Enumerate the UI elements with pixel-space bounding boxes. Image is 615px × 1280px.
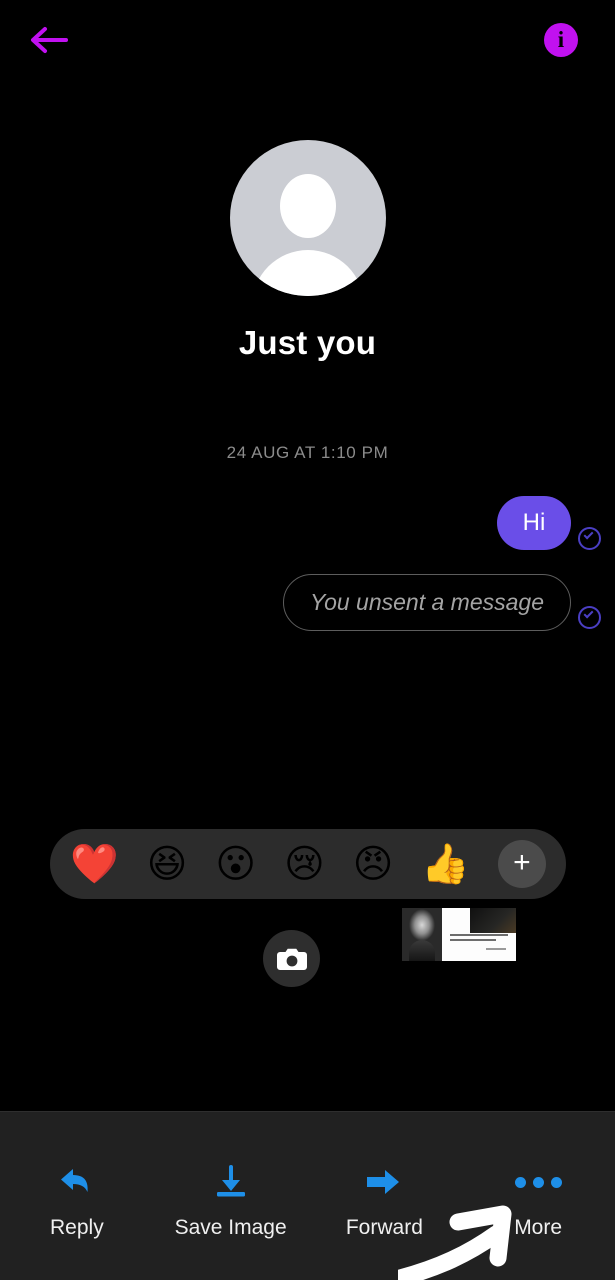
profile-header: Just you [0, 140, 615, 362]
thumbnail-portrait [402, 908, 442, 961]
forward-arrow-icon [365, 1160, 403, 1204]
download-icon [214, 1160, 248, 1204]
quote-text-line [450, 939, 496, 941]
photo-thumbnail[interactable] [402, 908, 516, 961]
action-bar: Reply Save Image Forward More [0, 1111, 615, 1280]
surprised-reaction[interactable]: 😮 [215, 845, 256, 884]
messaging-screen: i Just you 24 AUG AT 1:10 PM Hi You unse… [0, 0, 615, 1280]
reply-action[interactable]: Reply [2, 1160, 152, 1240]
action-label: More [514, 1216, 563, 1239]
action-label: Reply [50, 1216, 104, 1239]
quote-attribution-line [486, 948, 506, 950]
action-label: Forward [345, 1216, 423, 1239]
message-row: You unsent a message [283, 574, 601, 631]
angry-reaction[interactable]: 😠 [353, 845, 394, 884]
back-button[interactable] [22, 16, 74, 64]
arrow-left-icon [31, 27, 68, 53]
info-button[interactable]: i [539, 18, 583, 62]
page-title: Just you [238, 324, 377, 361]
top-app-bar: i [0, 0, 615, 80]
thumbs-up-reaction[interactable]: 👍 [421, 845, 470, 884]
plus-icon: + [513, 845, 531, 879]
conversation-timestamp: 24 AUG AT 1:10 PM [226, 443, 389, 462]
dot [550, 1176, 562, 1188]
add-reaction-button[interactable]: + [497, 840, 546, 888]
more-action[interactable]: More [463, 1160, 613, 1240]
camera-button[interactable] [263, 930, 320, 987]
dot [532, 1176, 544, 1188]
camera-icon [276, 948, 307, 970]
action-label: Save Image [174, 1216, 287, 1239]
dot [514, 1176, 526, 1188]
avatar-head-shape [279, 174, 336, 238]
avatar[interactable] [229, 140, 386, 296]
quote-text-line [450, 934, 508, 936]
forward-action[interactable]: Forward [309, 1160, 459, 1240]
message-row: Hi [497, 496, 601, 550]
message-bubble-unsent[interactable]: You unsent a message [283, 574, 571, 631]
info-circle-icon: i [544, 23, 578, 57]
more-dots-icon [514, 1160, 562, 1204]
laughing-reaction[interactable]: 😆 [147, 845, 188, 884]
heart-reaction[interactable]: ❤️ [70, 845, 119, 884]
check-circle-icon [578, 527, 601, 550]
sad-reaction[interactable]: 😢 [284, 845, 325, 884]
avatar-body-shape [251, 250, 364, 296]
check-circle-icon [578, 606, 601, 629]
save-image-action[interactable]: Save Image [156, 1160, 306, 1240]
reaction-bar: ❤️ 😆 😮 😢 😠 👍 + [50, 829, 566, 899]
message-bubble-sent[interactable]: Hi [497, 496, 571, 550]
reply-arrow-icon [58, 1160, 96, 1204]
thumbnail-inset-image [470, 908, 516, 933]
info-glyph: i [557, 26, 565, 52]
